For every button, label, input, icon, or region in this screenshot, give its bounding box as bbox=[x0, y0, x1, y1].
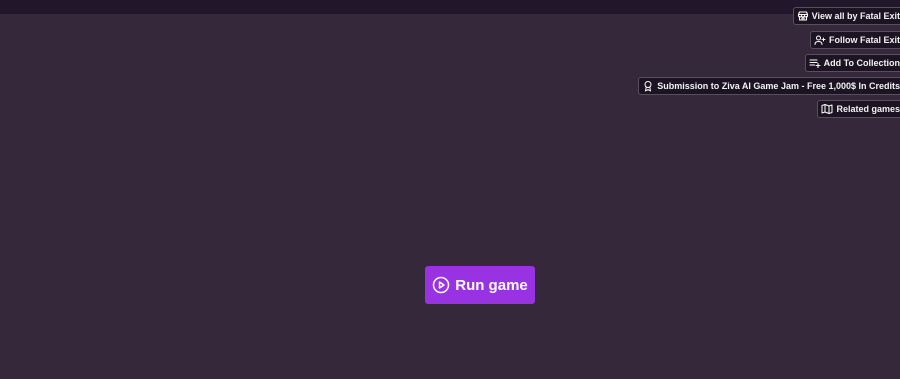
run-game-label: Run game bbox=[455, 276, 528, 294]
game-page: View all by Fatal Exit Follow Fatal Exit… bbox=[0, 0, 900, 379]
list-add-icon bbox=[809, 57, 821, 69]
map-icon bbox=[821, 103, 833, 115]
view-all-label: View all by Fatal Exit bbox=[811, 11, 900, 21]
related-games-button[interactable]: Related games bbox=[817, 100, 900, 118]
award-icon bbox=[642, 80, 654, 92]
related-games-label: Related games bbox=[836, 104, 900, 114]
add-collection-label: Add To Collection bbox=[823, 58, 900, 68]
follow-author-button[interactable]: Follow Fatal Exit bbox=[809, 31, 900, 49]
run-game-button[interactable]: Run game bbox=[425, 266, 535, 304]
store-icon bbox=[797, 10, 809, 22]
jam-submission-label: Submission to Ziva AI Game Jam - Free 1,… bbox=[657, 81, 900, 91]
follow-label: Follow Fatal Exit bbox=[828, 35, 900, 45]
view-all-by-author-button[interactable]: View all by Fatal Exit bbox=[792, 7, 900, 25]
play-circle-icon bbox=[432, 276, 450, 294]
jam-submission-button[interactable]: Submission to Ziva AI Game Jam - Free 1,… bbox=[638, 77, 900, 95]
user-plus-icon bbox=[814, 34, 826, 46]
add-to-collection-button[interactable]: Add To Collection bbox=[804, 54, 900, 72]
game-actions-panel: View all by Fatal Exit Follow Fatal Exit… bbox=[638, 7, 900, 118]
